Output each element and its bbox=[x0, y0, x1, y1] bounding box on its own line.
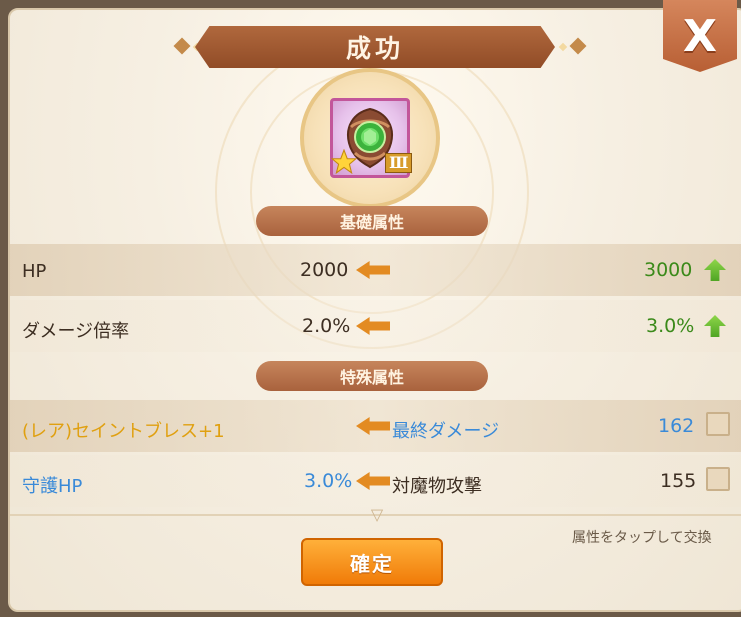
item-slot[interactable]: Ⅲ bbox=[330, 98, 413, 178]
attr-after: 3.0% bbox=[646, 315, 695, 337]
close-icon: X bbox=[683, 10, 717, 62]
attr-before: 2.0% bbox=[302, 315, 351, 337]
swap-checkbox[interactable] bbox=[706, 412, 730, 436]
swap-hint: 属性をタップして交換 bbox=[572, 530, 712, 546]
special-row-1[interactable]: (レア)セイントブレス+1 最終ダメージ 162 bbox=[10, 400, 741, 452]
arrow-left-icon bbox=[356, 261, 390, 279]
confirm-button[interactable]: 確定 bbox=[301, 538, 443, 586]
new-attr-value: 155 bbox=[660, 470, 697, 492]
attr-before: 2000 bbox=[300, 259, 349, 281]
basic-row-damage: ダメージ倍率 2.0% 3.0% bbox=[10, 300, 741, 352]
banner-right-ornament bbox=[552, 37, 588, 55]
dialog-title: 成功 bbox=[195, 26, 555, 68]
new-attr-value: 162 bbox=[658, 415, 695, 437]
current-attr-value: 3.0% bbox=[304, 470, 353, 492]
arrow-left-icon bbox=[356, 317, 390, 335]
new-attr-label: 対魔物攻撃 bbox=[392, 476, 482, 497]
special-row-2[interactable]: 守護HP 3.0% 対魔物攻撃 155 bbox=[10, 455, 741, 507]
arrow-left-icon bbox=[356, 417, 390, 435]
rare-attr-label: (レア)セイントブレス+1 bbox=[22, 421, 225, 442]
new-attr-label: 最終ダメージ bbox=[392, 421, 500, 442]
attr-label: ダメージ倍率 bbox=[22, 321, 130, 342]
arrow-left-icon bbox=[356, 472, 390, 490]
basic-row-hp: HP 2000 3000 bbox=[10, 244, 741, 296]
star-icon bbox=[331, 149, 357, 175]
special-attributes-header: 特殊属性 bbox=[256, 361, 488, 391]
close-button[interactable]: X bbox=[663, 0, 737, 72]
basic-attributes-header: 基礎属性 bbox=[256, 206, 488, 236]
attr-label: HP bbox=[22, 261, 47, 282]
grade-badge: Ⅲ bbox=[385, 153, 413, 173]
swap-checkbox[interactable] bbox=[706, 467, 730, 491]
chevron-down-icon[interactable]: ▽ bbox=[362, 507, 392, 523]
arrow-up-icon bbox=[704, 315, 726, 337]
attr-after: 3000 bbox=[644, 259, 693, 281]
current-attr-label: 守護HP bbox=[22, 476, 83, 497]
arrow-up-icon bbox=[704, 259, 726, 281]
